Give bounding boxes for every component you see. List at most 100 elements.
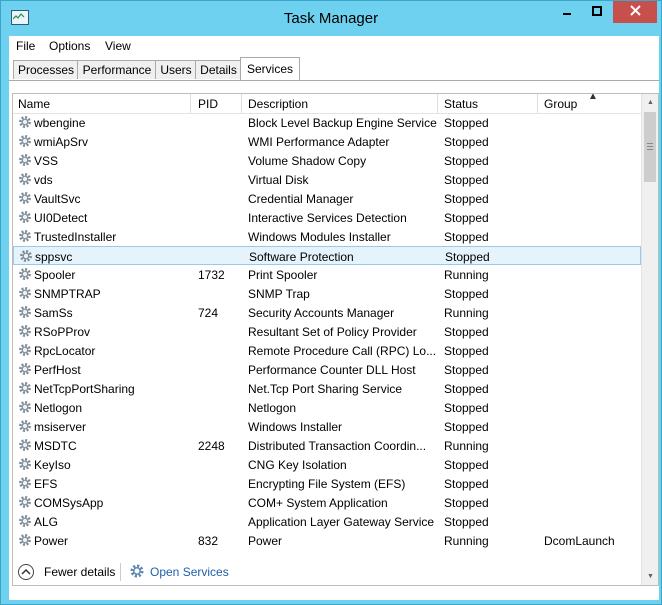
service-status: Stopped [444, 192, 489, 206]
service-description: Security Accounts Manager [248, 306, 395, 320]
service-name: RpcLocator [34, 344, 96, 358]
service-gear-icon [18, 172, 32, 186]
column-divider[interactable] [437, 94, 438, 113]
title-bar[interactable]: Task Manager [1, 1, 661, 36]
tab-details[interactable]: Details [195, 60, 242, 79]
menu-options[interactable]: Options [49, 39, 90, 53]
service-status: Stopped [444, 173, 489, 187]
task-manager-window: Task Manager File Options View Processes… [0, 0, 662, 605]
scrollbar-thumb[interactable] [644, 112, 656, 182]
service-name: EFS [34, 477, 58, 491]
service-name: MSDTC [34, 439, 77, 453]
service-row[interactable]: Power 832 Power Running DcomLaunch [13, 531, 641, 550]
service-name: PerfHost [34, 363, 81, 377]
service-description: Net.Tcp Port Sharing Service [248, 382, 403, 396]
service-status: Stopped [444, 211, 489, 225]
service-description: Print Spooler [248, 268, 318, 282]
tab-services[interactable]: Services [240, 57, 300, 80]
service-description: SNMP Trap [248, 287, 310, 301]
service-name: KeyIso [34, 458, 71, 472]
service-description: COM+ System Application [248, 496, 388, 510]
sort-ascending-icon: ▲ [588, 93, 598, 102]
service-gear-icon [18, 476, 32, 490]
service-description: Encrypting File System (EFS) [248, 477, 406, 491]
column-divider[interactable] [537, 94, 538, 113]
menu-view[interactable]: View [105, 39, 131, 53]
services-gear-icon[interactable] [129, 563, 145, 579]
service-gear-icon [18, 191, 32, 205]
service-gear-icon [19, 249, 33, 263]
scroll-up-button[interactable]: ▲ [642, 94, 658, 111]
service-status: Stopped [445, 250, 490, 264]
service-gear-icon [18, 438, 32, 452]
service-gear-icon [18, 324, 32, 338]
fewer-details-button[interactable]: Fewer details [44, 565, 115, 579]
service-row[interactable]: wbengine Block Level Backup Engine Servic… [13, 113, 641, 132]
menu-bar: File Options View [9, 36, 659, 56]
service-gear-icon [18, 400, 32, 414]
service-status: Stopped [444, 382, 489, 396]
service-row[interactable]: Spooler 1732 Print Spooler Running [13, 265, 641, 284]
service-row[interactable]: VSS Volume Shadow Copy Stopped [13, 151, 641, 170]
service-name: COMSysApp [34, 496, 104, 510]
service-status: Stopped [444, 458, 489, 472]
service-gear-icon [18, 381, 32, 395]
column-header-row: Name PID Description Status Group ▲ [13, 94, 641, 114]
service-row[interactable]: MSDTC 2248 Distributed Transaction Coordin… [13, 436, 641, 455]
column-header-name[interactable]: Name [18, 97, 50, 111]
tab-processes[interactable]: Processes [13, 60, 79, 79]
close-icon [629, 5, 641, 19]
service-row[interactable]: RpcLocator Remote Procedure Call (RPC) Lo… [13, 341, 641, 360]
service-name: NetTcpPortSharing [34, 382, 135, 396]
service-row[interactable]: SNMPTRAP SNMP Trap Stopped [13, 284, 641, 303]
service-gear-icon [18, 267, 32, 281]
minimize-button[interactable] [553, 1, 581, 23]
tab-users[interactable]: Users [155, 60, 197, 79]
vertical-scrollbar[interactable]: ▲ ▼ [641, 94, 658, 585]
service-row[interactable]: SamSs 724 Security Accounts Manager Running [13, 303, 641, 322]
service-row[interactable]: vds Virtual Disk Stopped [13, 170, 641, 189]
service-gear-icon [18, 514, 32, 528]
close-button[interactable] [613, 1, 657, 23]
service-row[interactable]: KeyIso CNG Key Isolation Stopped [13, 455, 641, 474]
service-status: Running [444, 268, 489, 282]
service-name: VSS [34, 154, 59, 168]
open-services-link[interactable]: Open Services [150, 565, 229, 579]
column-header-description[interactable]: Description [248, 97, 308, 111]
column-divider[interactable] [190, 94, 191, 113]
tab-performance[interactable]: Performance [77, 60, 157, 79]
service-name: wbengine [34, 116, 86, 130]
service-row[interactable]: VaultSvc Credential Manager Stopped [13, 189, 641, 208]
service-pid: 2248 [198, 439, 225, 453]
service-group: DcomLaunch [544, 534, 615, 548]
service-description: Netlogon [248, 401, 297, 415]
service-row[interactable]: RSoPProv Resultant Set of Policy Provider… [13, 322, 641, 341]
column-divider[interactable] [241, 94, 242, 113]
service-row[interactable]: NetTcpPortSharing Net.Tcp Port Sharing Se… [13, 379, 641, 398]
chevron-up-circle-icon[interactable] [18, 564, 34, 580]
service-row[interactable]: ALG Application Layer Gateway Service Stop… [13, 512, 641, 531]
service-status: Stopped [444, 287, 489, 301]
service-row[interactable]: msiserver Windows Installer Stopped [13, 417, 641, 436]
service-row[interactable]: PerfHost Performance Counter DLL Host Stop… [13, 360, 641, 379]
column-header-pid[interactable]: PID [198, 97, 218, 111]
service-name: Spooler [34, 268, 76, 282]
service-row[interactable]: Netlogon Netlogon Stopped [13, 398, 641, 417]
maximize-button[interactable] [583, 1, 611, 23]
service-row[interactable]: wmiApSrv WMI Performance Adapter Stopped [13, 132, 641, 151]
service-row[interactable]: TrustedInstaller Windows Modules Installe… [13, 227, 641, 246]
service-status: Stopped [444, 477, 489, 491]
service-row[interactable]: COMSysApp COM+ System Application Stopped [13, 493, 641, 512]
grip-line [647, 149, 653, 150]
service-row[interactable]: UI0Detect Interactive Services Detection S… [13, 208, 641, 227]
menu-file[interactable]: File [16, 39, 35, 53]
service-row[interactable]: EFS Encrypting File System (EFS) Stopped [13, 474, 641, 493]
column-header-status[interactable]: Status [444, 97, 478, 111]
service-name: SamSs [34, 306, 73, 320]
column-header-group[interactable]: Group [544, 97, 577, 111]
service-description: Block Level Backup Engine Service [248, 116, 437, 130]
service-row[interactable]: sppsvc Software Protection Stopped [13, 246, 641, 265]
grip-line [647, 146, 653, 147]
service-status: Stopped [444, 154, 489, 168]
service-status: Stopped [444, 420, 489, 434]
